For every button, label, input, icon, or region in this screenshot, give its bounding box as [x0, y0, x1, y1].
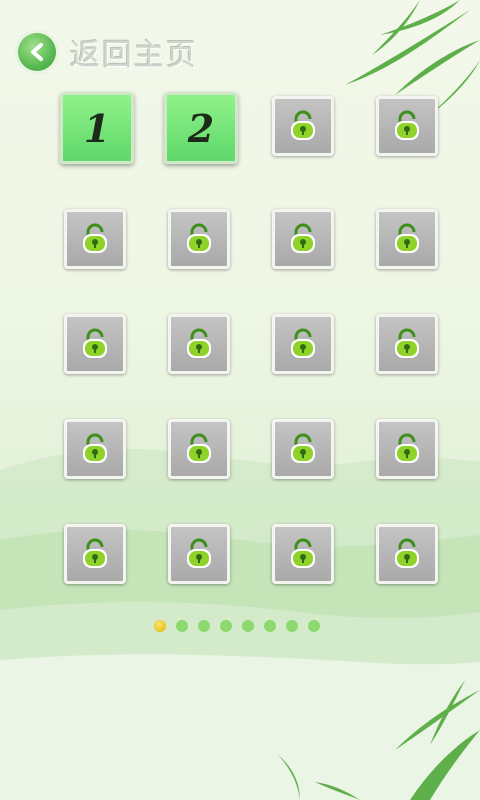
locked-level-tile[interactable] — [376, 524, 438, 584]
page-dot[interactable] — [176, 620, 188, 632]
lock-icon — [83, 538, 107, 568]
lock-icon — [395, 110, 419, 140]
lock-icon — [83, 433, 107, 463]
page-dot-active[interactable] — [154, 620, 166, 632]
locked-level-tile[interactable] — [272, 314, 334, 374]
bamboo-leaves-bottom-icon — [278, 680, 480, 800]
back-to-home-label[interactable]: 返回主页 — [70, 30, 198, 74]
page-indicator — [154, 620, 320, 632]
lock-icon — [291, 328, 315, 358]
lock-icon — [83, 328, 107, 358]
locked-level-tile[interactable] — [168, 209, 230, 269]
lock-icon — [187, 538, 211, 568]
locked-level-tile[interactable] — [376, 419, 438, 479]
level-number: 2 — [187, 105, 215, 151]
locked-level-tile[interactable] — [376, 314, 438, 374]
lock-icon — [83, 223, 107, 253]
header: 返回主页 — [18, 30, 198, 74]
lock-icon — [395, 223, 419, 253]
page-dot[interactable] — [308, 620, 320, 632]
locked-level-tile[interactable] — [376, 96, 438, 156]
arrow-left-icon — [31, 43, 43, 61]
lock-icon — [187, 223, 211, 253]
lock-icon — [395, 433, 419, 463]
lock-icon — [395, 538, 419, 568]
level-grid: 12 — [60, 92, 448, 584]
locked-level-tile[interactable] — [272, 209, 334, 269]
locked-level-tile[interactable] — [168, 314, 230, 374]
locked-level-tile[interactable] — [168, 524, 230, 584]
locked-level-tile[interactable] — [168, 419, 230, 479]
locked-level-tile[interactable] — [64, 209, 126, 269]
level-number: 1 — [83, 105, 111, 151]
lock-icon — [291, 223, 315, 253]
locked-level-tile[interactable] — [272, 524, 334, 584]
level-tile-2[interactable]: 2 — [164, 92, 238, 164]
lock-icon — [291, 110, 315, 140]
page-dot[interactable] — [220, 620, 232, 632]
locked-level-tile[interactable] — [272, 419, 334, 479]
lock-icon — [395, 328, 419, 358]
back-button[interactable] — [18, 33, 56, 71]
page-dot[interactable] — [264, 620, 276, 632]
level-tile-1[interactable]: 1 — [60, 92, 134, 164]
lock-icon — [291, 538, 315, 568]
locked-level-tile[interactable] — [272, 96, 334, 156]
lock-icon — [187, 433, 211, 463]
page-dot[interactable] — [198, 620, 210, 632]
lock-icon — [291, 433, 315, 463]
locked-level-tile[interactable] — [64, 524, 126, 584]
locked-level-tile[interactable] — [376, 209, 438, 269]
lock-icon — [187, 328, 211, 358]
locked-level-tile[interactable] — [64, 419, 126, 479]
locked-level-tile[interactable] — [64, 314, 126, 374]
page-dot[interactable] — [286, 620, 298, 632]
page-dot[interactable] — [242, 620, 254, 632]
